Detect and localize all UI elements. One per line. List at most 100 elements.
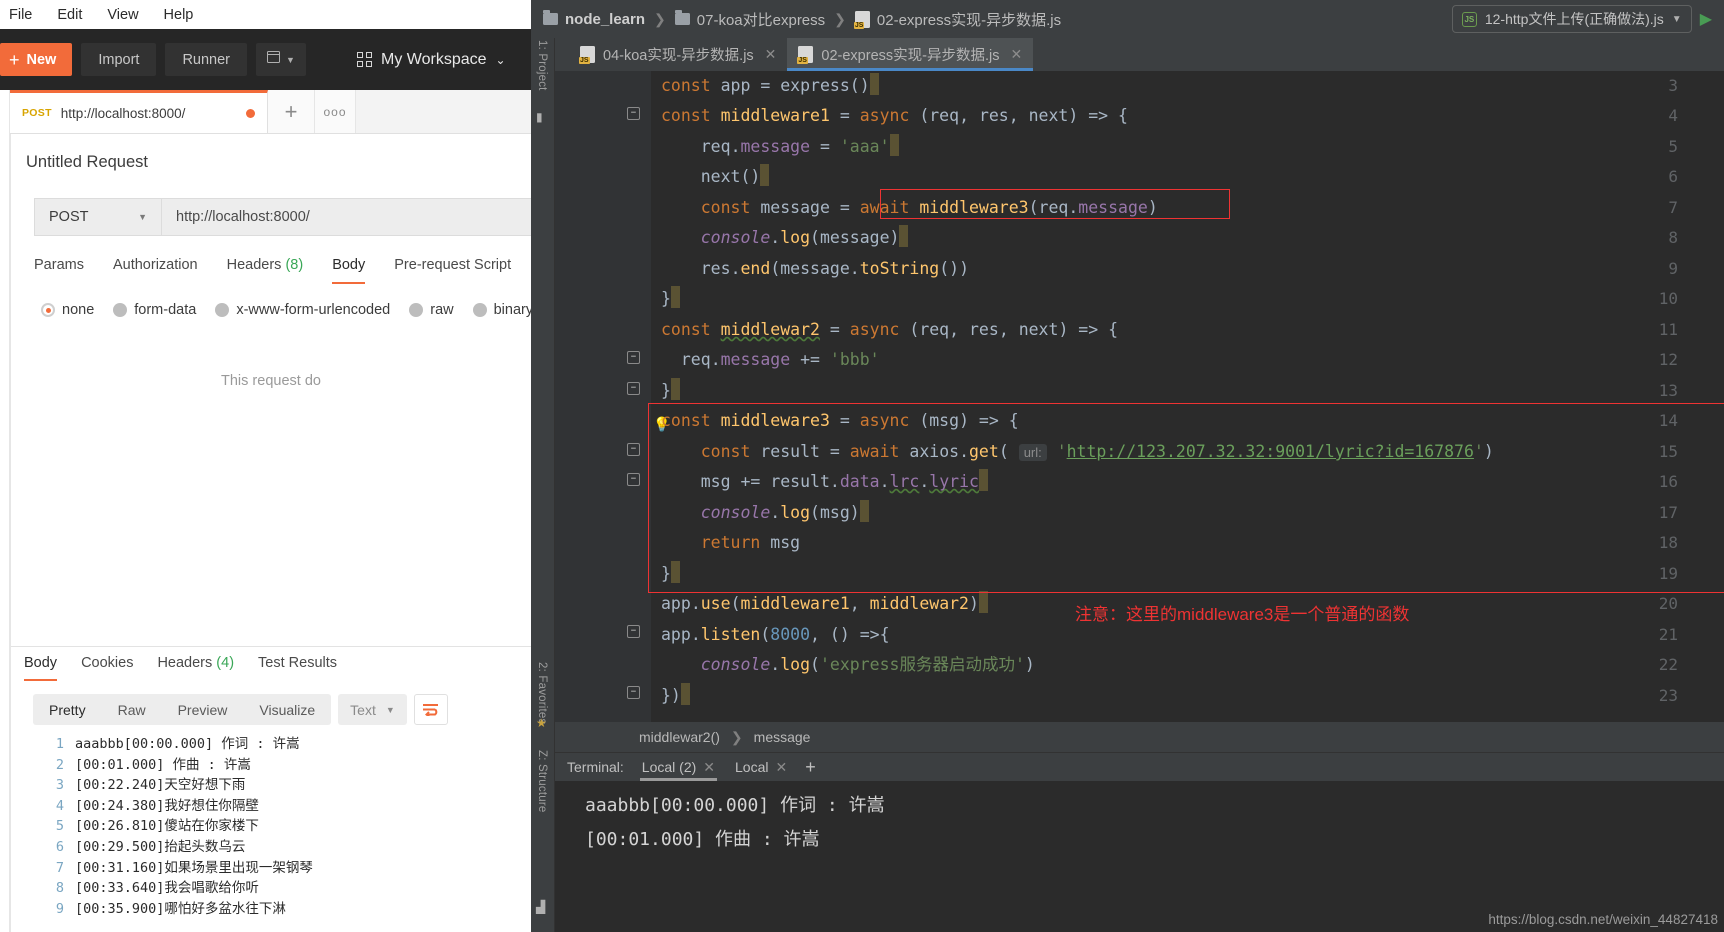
- fold-marker[interactable]: −: [627, 351, 640, 364]
- tab-headers[interactable]: Headers (8): [227, 257, 304, 284]
- menu-item-view[interactable]: View: [104, 5, 141, 25]
- response-tab-cookies[interactable]: Cookies: [81, 655, 133, 681]
- axios-url-link[interactable]: http://123.207.32.32:9001/lyric?id=16787…: [1067, 442, 1474, 461]
- editor-tab-express-label: 02-express实现-异步数据.js: [821, 48, 1000, 64]
- chevron-down-icon: ⌄: [495, 52, 506, 67]
- view-raw[interactable]: Raw: [102, 702, 162, 718]
- response-tab-headers[interactable]: Headers (4): [157, 655, 234, 681]
- fold-marker[interactable]: −: [627, 382, 640, 395]
- response-divider: [11, 646, 531, 647]
- close-icon[interactable]: ✕: [703, 759, 715, 776]
- code-line-12: req.message += 'bbb': [680, 350, 880, 369]
- breadcrumb-item-folder[interactable]: 07-koa对比express: [697, 9, 825, 30]
- runner-button[interactable]: Runner: [165, 43, 247, 76]
- response-format-select[interactable]: Text ▼: [338, 694, 407, 725]
- project-files-icon[interactable]: ▮: [536, 110, 543, 124]
- rail-item-structure[interactable]: Z: Structure: [536, 750, 548, 812]
- terminal-output[interactable]: aaabbb[00:00.000] 作词 : 许嵩 [00:01.000] 作曲…: [555, 781, 1724, 932]
- postman-window: File Edit View Help + New Import Runner …: [0, 0, 531, 932]
- wrap-lines-button[interactable]: [413, 694, 448, 725]
- tab-options-button[interactable]: ooo: [315, 90, 356, 133]
- radio-raw[interactable]: raw: [409, 302, 454, 318]
- close-icon[interactable]: ✕: [1010, 46, 1022, 63]
- breadcrumb-item-project[interactable]: node_learn: [565, 11, 645, 28]
- import-button[interactable]: Import: [81, 43, 157, 76]
- menu-item-edit[interactable]: Edit: [54, 5, 85, 25]
- node-icon: JS: [1461, 11, 1477, 27]
- line-number: 5: [55, 818, 64, 835]
- list-item: 8 [00:33.640]我会唱歌给你听: [11, 878, 531, 899]
- tab-body[interactable]: Body: [332, 257, 366, 284]
- code-line-10: }: [661, 284, 680, 315]
- line-number: 1: [55, 736, 64, 752]
- list-item: 1 aaabbb[00:00.000] 作词 : 许嵩: [11, 734, 531, 755]
- response-tab-test-results[interactable]: Test Results: [258, 655, 337, 681]
- terminal-tab-local-2[interactable]: Local (2) ✕: [639, 753, 718, 782]
- tab-authorization[interactable]: Authorization: [113, 257, 198, 284]
- bottom-breadcrumb-symbol[interactable]: message: [754, 729, 811, 745]
- editor-tab-bar: 04-koa实现-异步数据.js ✕ 02-express实现-异步数据.js …: [531, 38, 1724, 71]
- code-editor[interactable]: 3 4 5 6 7 8 9 10 11 12 13 14 15 16 17 18…: [555, 71, 1724, 722]
- request-tab[interactable]: POST http://localhost:8000/: [10, 90, 268, 133]
- add-tab-button[interactable]: +: [268, 90, 315, 133]
- watermark: https://blog.csdn.net/weixin_44827418: [1488, 912, 1718, 927]
- chevron-right-icon: ❯: [730, 728, 743, 745]
- workspace-selector[interactable]: My Workspace ⌄: [357, 51, 506, 69]
- view-visualize[interactable]: Visualize: [243, 702, 331, 718]
- breadcrumb-item-file[interactable]: 02-express实现-异步数据.js: [877, 9, 1061, 30]
- fold-marker[interactable]: −: [627, 686, 640, 699]
- list-item: 6 [00:29.500]抬起头数乌云: [11, 837, 531, 858]
- code-line-20: app.use(middleware1, middlewar2): [661, 589, 988, 620]
- editor-tab-express[interactable]: 02-express实现-异步数据.js ✕: [787, 38, 1034, 71]
- radio-icon: [113, 303, 128, 317]
- close-icon[interactable]: ✕: [765, 46, 777, 63]
- view-pretty[interactable]: Pretty: [33, 702, 102, 718]
- run-configuration-selector[interactable]: JS 12-http文件上传(正确做法).js ▼: [1451, 5, 1692, 33]
- radio-urlencoded[interactable]: x-www-form-urlencoded: [215, 302, 390, 318]
- radio-none[interactable]: none: [41, 302, 94, 318]
- line-text: [00:22.240]天空好想下雨: [75, 777, 246, 794]
- tab-headers-label: Headers: [226, 257, 282, 273]
- line-text: aaabbb[00:00.000] 作词 : 许嵩: [75, 736, 300, 752]
- radio-binary[interactable]: binary: [472, 302, 531, 318]
- bottom-breadcrumb-function[interactable]: middlewar2(): [639, 729, 720, 745]
- fold-marker[interactable]: −: [627, 625, 640, 638]
- method-select[interactable]: POST ▼: [34, 198, 162, 236]
- new-button[interactable]: + New: [0, 43, 73, 76]
- code-line-8: console.log(message): [661, 223, 909, 254]
- fold-marker[interactable]: −: [627, 107, 640, 120]
- chevron-down-icon: ▼: [286, 54, 295, 65]
- line-number: 3: [55, 777, 64, 794]
- close-icon[interactable]: ✕: [775, 759, 787, 776]
- add-terminal-icon[interactable]: +: [805, 757, 816, 778]
- editor-tab-koa[interactable]: 04-koa实现-异步数据.js ✕: [569, 38, 788, 71]
- code-line-7: const message = await middleware3(req.me…: [700, 198, 1158, 217]
- fold-marker[interactable]: −: [627, 473, 640, 486]
- code-line-4: const middleware1 = async (req, res, nex…: [661, 106, 1128, 125]
- tab-params[interactable]: Params: [34, 257, 84, 284]
- run-icon[interactable]: ▶: [1700, 9, 1712, 29]
- list-item: 9 [00:35.900]哪怕好多盆水往下淋: [11, 899, 531, 920]
- line-text: [00:31.160]如果场景里出现一架钢琴: [75, 859, 313, 876]
- line-number: 7: [55, 859, 64, 876]
- fold-marker[interactable]: −: [627, 443, 640, 456]
- star-icon[interactable]: ★: [536, 716, 547, 730]
- radio-form-data[interactable]: form-data: [113, 302, 196, 318]
- tab-pre-request-script[interactable]: Pre-request Script: [394, 257, 511, 284]
- line-text: [00:01.000] 作曲 : 许嵩: [75, 756, 251, 773]
- terminal-tab-local[interactable]: Local ✕: [733, 753, 789, 782]
- rail-item-project[interactable]: 1: Project: [536, 40, 548, 91]
- menu-item-help[interactable]: Help: [161, 5, 197, 25]
- response-body-lines[interactable]: 1 aaabbb[00:00.000] 作词 : 许嵩 2 [00:01.000] …: [11, 734, 531, 932]
- chevron-right-icon: ❯: [834, 10, 846, 27]
- view-preview[interactable]: Preview: [162, 702, 244, 718]
- response-tab-body[interactable]: Body: [24, 655, 58, 681]
- list-item: 4 [00:24.380]我好想住你隔壁: [11, 796, 531, 817]
- code-line-13: }: [661, 376, 680, 407]
- debug-icon[interactable]: ▟: [536, 900, 545, 914]
- menu-item-file[interactable]: File: [6, 5, 35, 25]
- url-input[interactable]: http://localhost:8000/: [162, 198, 531, 236]
- line-text: [00:29.500]抬起头数乌云: [75, 838, 246, 855]
- new-window-button[interactable]: ▼: [256, 43, 306, 76]
- code-line-17: console.log(msg): [661, 498, 869, 529]
